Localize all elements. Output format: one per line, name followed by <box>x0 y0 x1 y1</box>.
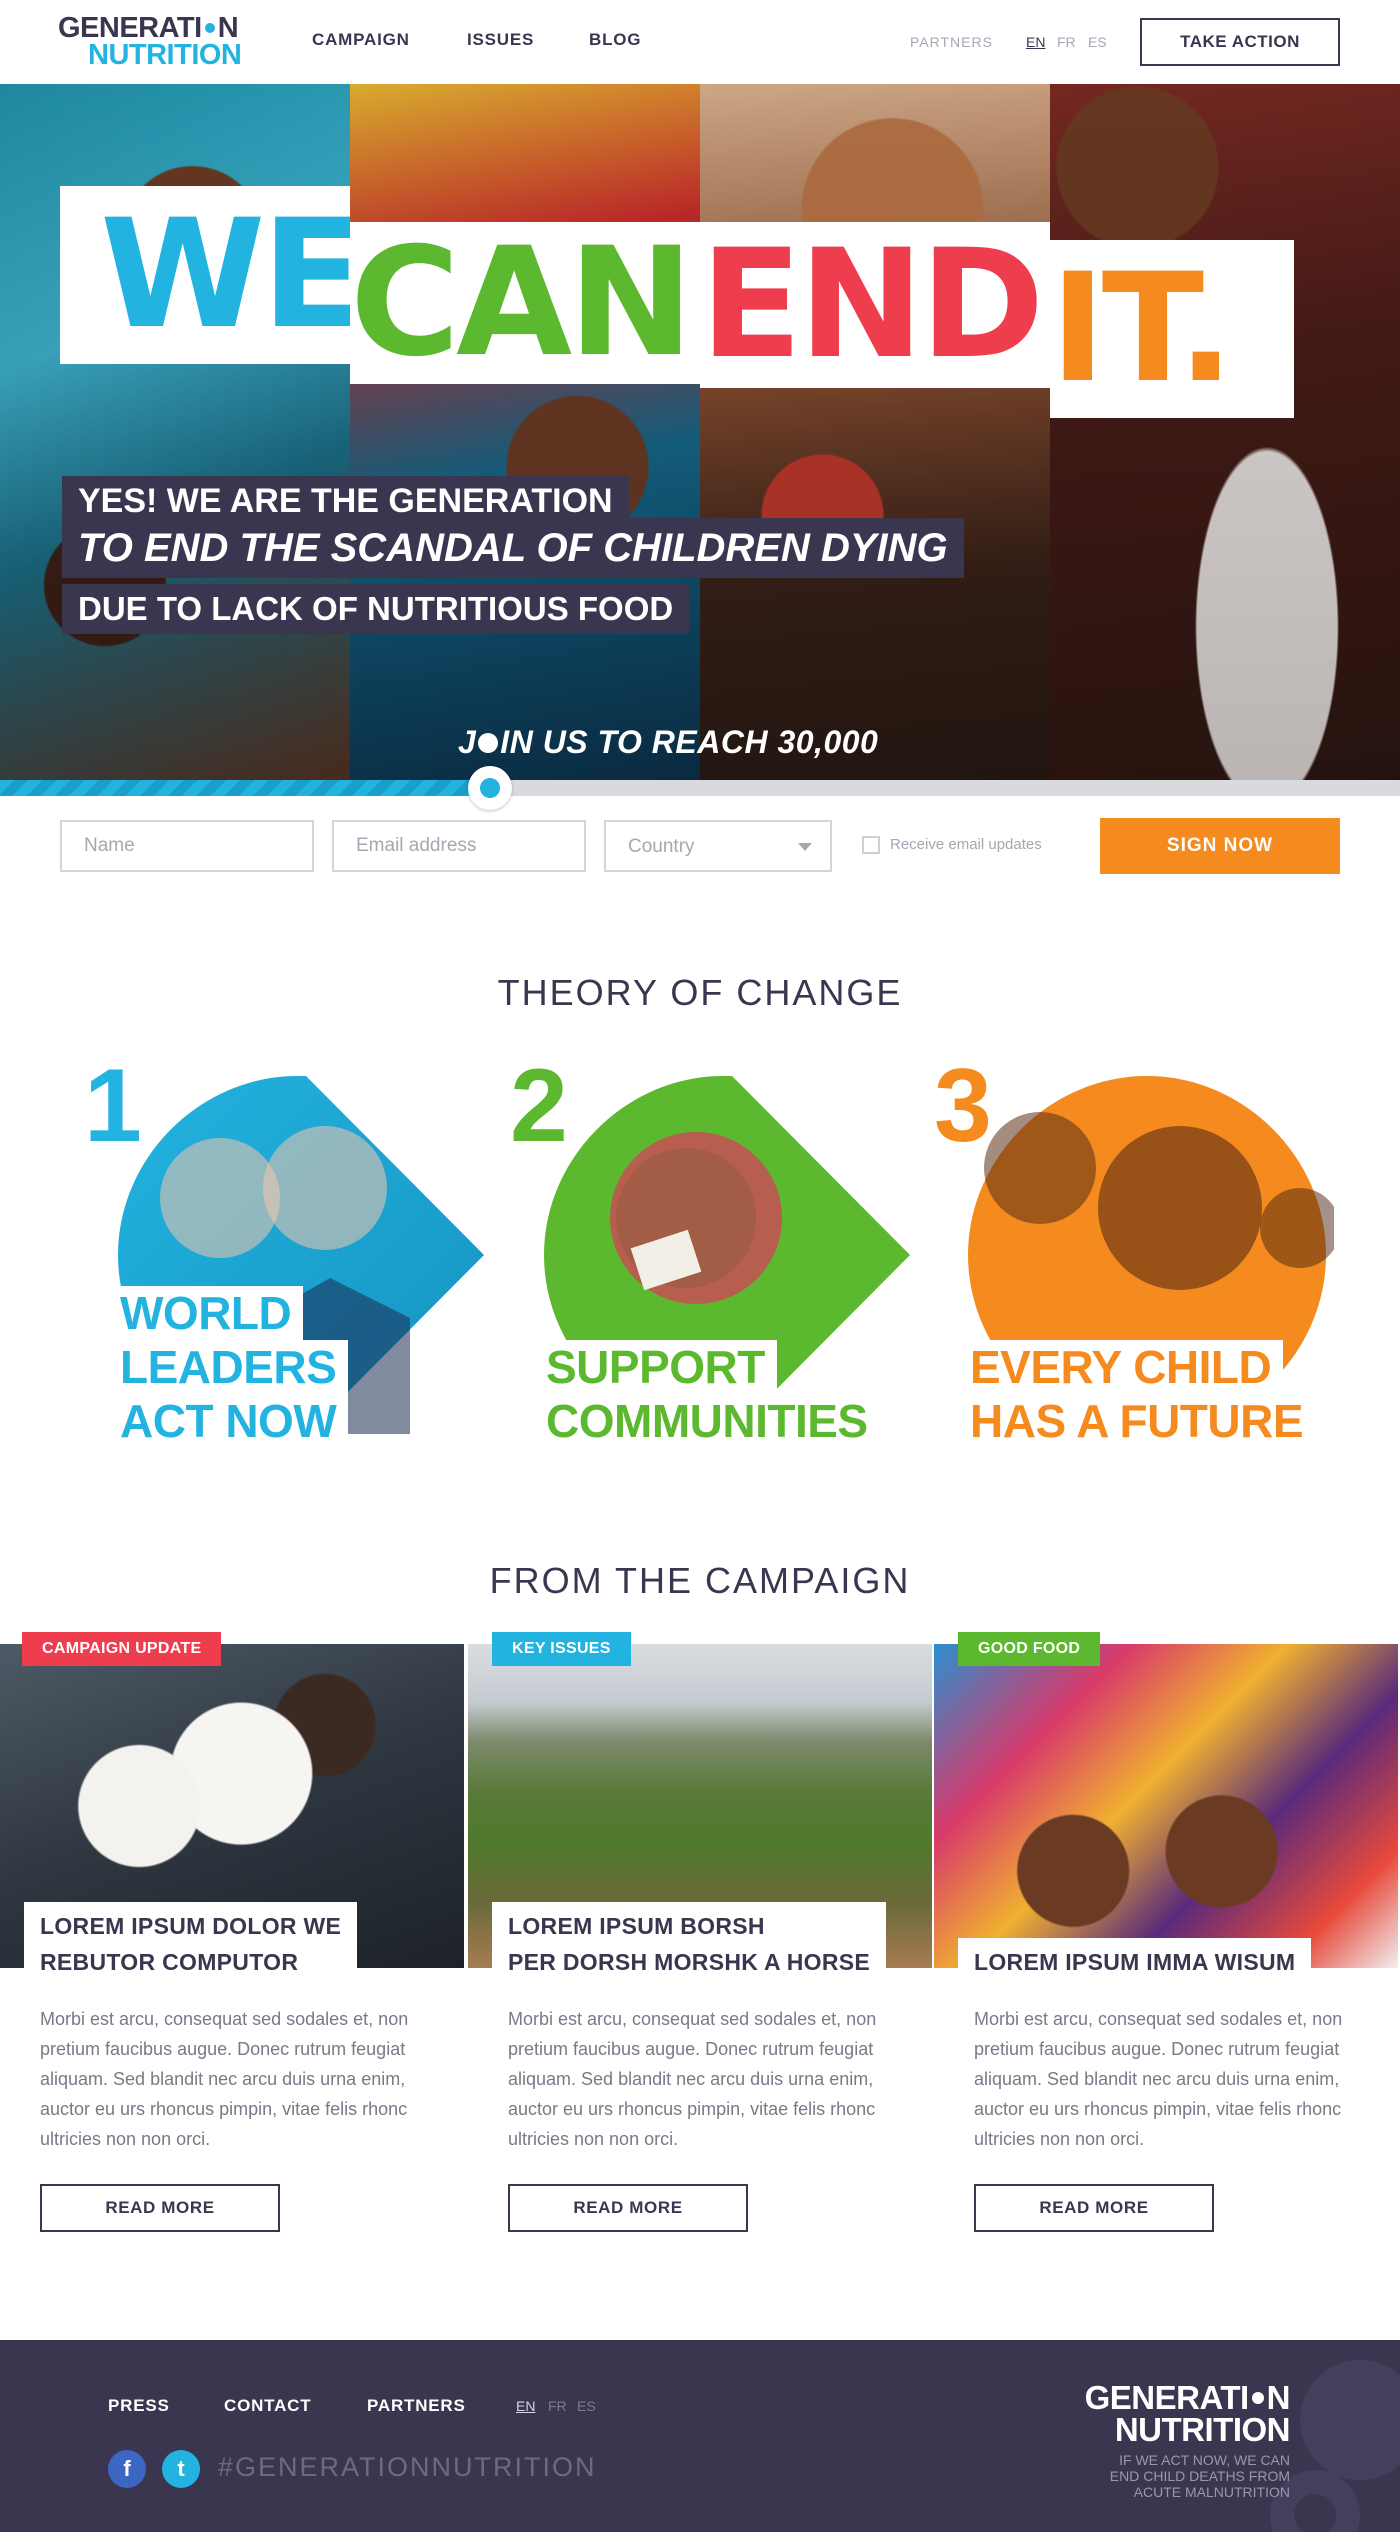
logo-dot-icon <box>204 23 215 33</box>
campaign-card-title[interactable]: PER DORSH MORSHK A HORSE <box>508 1944 870 1980</box>
campaign-title: FROM THE CAMPAIGN <box>489 1560 911 1601</box>
caret-down-icon <box>798 843 812 851</box>
nav-blog[interactable]: BLOG <box>589 30 641 50</box>
theory-step-label: ACT NOW <box>108 1394 349 1448</box>
progress-fill <box>0 780 490 796</box>
name-input[interactable] <box>60 820 314 872</box>
campaign-card-title[interactable]: LOREM IPSUM DOLOR WE <box>40 1908 341 1944</box>
theory-step-label: EVERY CHILD <box>958 1340 1284 1394</box>
theory-step-3: 3 EVERY CHILD HAS A FUTURE <box>934 1054 1364 1454</box>
lang-es[interactable]: ES <box>1088 34 1107 50</box>
footer-link-press[interactable]: PRESS <box>108 2396 170 2416</box>
lang-en[interactable]: EN <box>1026 34 1045 50</box>
campaign-card: KEY ISSUES LOREM IPSUM BORSH PER DORSH M… <box>468 1632 932 2244</box>
theory-step-label: LEADERS <box>108 1340 349 1394</box>
footer-hashtag: #GENERATIONNUTRITION <box>218 2452 597 2482</box>
theory-step-label: COMMUNITIES <box>534 1394 880 1448</box>
hero-tagline-2: TO END THE SCANDAL OF CHILDREN DYING <box>62 518 964 578</box>
facebook-icon[interactable]: f <box>108 2450 146 2488</box>
country-select-value: Country <box>628 836 695 857</box>
theory-step-number: 1 <box>84 1048 142 1164</box>
email-input[interactable] <box>332 820 586 872</box>
campaign-card: CAMPAIGN UPDATE LOREM IPSUM DOLOR WE REB… <box>0 1632 464 2244</box>
footer-lang-en[interactable]: EN <box>516 2398 535 2414</box>
campaign-card-badge: CAMPAIGN UPDATE <box>22 1632 222 1666</box>
footer-lang-fr[interactable]: FR <box>548 2398 567 2414</box>
email-updates-label: Receive email updates <box>890 836 1042 853</box>
campaign-card-excerpt: Morbi est arcu, consequat sed sodales et… <box>974 2009 1343 2149</box>
campaign-card-excerpt: Morbi est arcu, consequat sed sodales et… <box>40 2009 409 2149</box>
campaign-card-title[interactable]: LOREM IPSUM IMMA WISUM <box>974 1944 1295 1980</box>
footer-link-partners[interactable]: PARTNERS <box>367 2396 466 2416</box>
theory-step-1: 1 WORLD LEADERS ACT NOW <box>84 1054 514 1454</box>
theory-title: THEORY OF CHANGE <box>497 972 903 1013</box>
campaign-card-excerpt: Morbi est arcu, consequat sed sodales et… <box>508 2009 877 2149</box>
read-more-button[interactable]: READ MORE <box>508 2184 748 2232</box>
signature-progress-bar <box>0 766 1400 810</box>
progress-knob[interactable] <box>468 766 512 810</box>
theory-step-label: SUPPORT <box>534 1340 777 1394</box>
theory-step-label: HAS A FUTURE <box>958 1394 1316 1448</box>
theory-step-2: 2 SUPPORT COMMUNITIES <box>510 1054 940 1454</box>
twitter-icon[interactable]: t <box>162 2450 200 2488</box>
read-more-button[interactable]: READ MORE <box>974 2184 1214 2232</box>
nav-issues[interactable]: ISSUES <box>467 30 534 50</box>
footer-tagline: IF WE ACT NOW, WE CAN END CHILD DEATHS F… <box>1109 2452 1290 2500</box>
footer-link-contact[interactable]: CONTACT <box>224 2396 311 2416</box>
country-select[interactable]: Country <box>604 820 832 872</box>
theory-step-number: 3 <box>934 1048 992 1164</box>
hero-word-it: IT. <box>1050 240 1294 418</box>
read-more-button[interactable]: READ MORE <box>40 2184 280 2232</box>
sign-now-button[interactable]: SIGN NOW <box>1100 818 1340 874</box>
theory-step-number: 2 <box>510 1048 568 1164</box>
hero-word-we: WE <box>60 186 350 364</box>
footer-logo[interactable]: GENERATI N NUTRITION <box>1085 2381 1291 2446</box>
join-us-heading: J IN US TO REACH 30,000 <box>458 724 879 760</box>
logo-dot-icon <box>1251 2392 1264 2404</box>
campaign-card: GOOD FOOD LOREM IPSUM IMMA WISUM Morbi e… <box>934 1632 1398 2244</box>
campaign-card-badge: GOOD FOOD <box>958 1632 1101 1666</box>
take-action-button[interactable]: TAKE ACTION <box>1140 18 1340 66</box>
footer-lang-es[interactable]: ES <box>577 2398 596 2414</box>
hero-banner: WE CAN END IT. YES! WE ARE THE GENERATIO… <box>0 84 1400 780</box>
campaign-card-badge: KEY ISSUES <box>492 1632 631 1666</box>
lang-fr[interactable]: FR <box>1057 34 1076 50</box>
campaign-card-title[interactable]: REBUTOR COMPUTOR <box>40 1944 341 1980</box>
nav-partners[interactable]: PARTNERS <box>910 34 993 50</box>
logo-text-line2: NUTRITION <box>88 39 242 71</box>
site-footer: PRESS CONTACT PARTNERS EN FR ES f t #GEN… <box>0 2340 1400 2532</box>
join-dot-icon <box>478 733 499 753</box>
hero-word-end: END <box>700 222 1050 388</box>
campaign-card-photo[interactable] <box>934 1644 1398 1968</box>
site-header: GENERATI N NUTRITION CAMPAIGN ISSUES BLOG… <box>0 0 1400 84</box>
nav-campaign[interactable]: CAMPAIGN <box>312 30 410 50</box>
campaign-card-title[interactable]: LOREM IPSUM BORSH <box>508 1908 870 1944</box>
hero-tagline-3: DUE TO LACK OF NUTRITIOUS FOOD <box>62 584 690 634</box>
site-logo[interactable]: GENERATI N NUTRITION <box>58 14 248 71</box>
theory-step-label: WORLD <box>108 1286 304 1340</box>
email-updates-checkbox[interactable] <box>862 836 880 854</box>
hero-word-can: CAN <box>350 222 700 384</box>
